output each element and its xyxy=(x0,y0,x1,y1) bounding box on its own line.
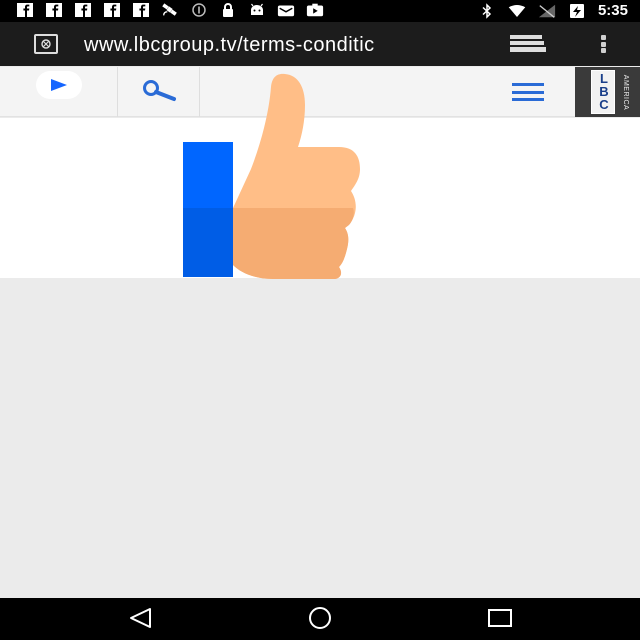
overflow-menu-icon[interactable] xyxy=(596,33,610,55)
system-icons: 5:35 xyxy=(478,2,628,20)
status-bar: 5:35 xyxy=(0,0,640,22)
mail-icon xyxy=(277,2,295,18)
facebook-icon xyxy=(45,2,63,18)
play-button[interactable] xyxy=(36,71,82,99)
browser-toolbar: www.lbcgroup.tv/terms-conditic xyxy=(0,22,640,89)
site-info-icon[interactable] xyxy=(34,34,58,54)
recents-icon[interactable] xyxy=(485,606,515,630)
logo-letter-c: C xyxy=(599,97,609,112)
search-icon[interactable] xyxy=(140,79,180,105)
youtube-icon xyxy=(306,2,324,18)
system-nav-bar xyxy=(0,598,640,640)
tabs-icon[interactable] xyxy=(508,35,548,53)
clock: 5:35 xyxy=(597,2,628,19)
divider xyxy=(117,67,118,117)
bluetooth-icon xyxy=(478,3,496,19)
facebook-icon xyxy=(103,2,121,18)
notification-icons xyxy=(16,2,324,18)
thumbs-up-icon xyxy=(183,73,360,279)
home-icon[interactable] xyxy=(305,606,335,630)
lbc-logo-mark: L B C xyxy=(591,70,615,114)
wifi-icon xyxy=(508,3,526,19)
facebook-icon xyxy=(16,2,34,18)
battery-charging-icon xyxy=(568,3,586,19)
lbc-logo[interactable]: L B C AMERICA xyxy=(575,67,640,117)
hamburger-menu-icon[interactable] xyxy=(512,83,544,101)
lock-icon xyxy=(219,2,237,18)
facebook-icon xyxy=(74,2,92,18)
logo-america-label: AMERICA xyxy=(622,74,630,110)
back-icon[interactable] xyxy=(126,606,156,630)
play-icon xyxy=(51,79,67,91)
screen: 5:35 www.lbcgroup.tv/terms-conditic L B … xyxy=(0,0,640,640)
url-field[interactable]: www.lbcgroup.tv/terms-conditic xyxy=(84,32,478,58)
android-icon xyxy=(248,2,266,18)
satellite-icon xyxy=(161,2,179,18)
facebook-icon xyxy=(132,2,150,18)
no-signal-icon xyxy=(538,3,556,19)
settings-circle-icon xyxy=(190,2,208,18)
